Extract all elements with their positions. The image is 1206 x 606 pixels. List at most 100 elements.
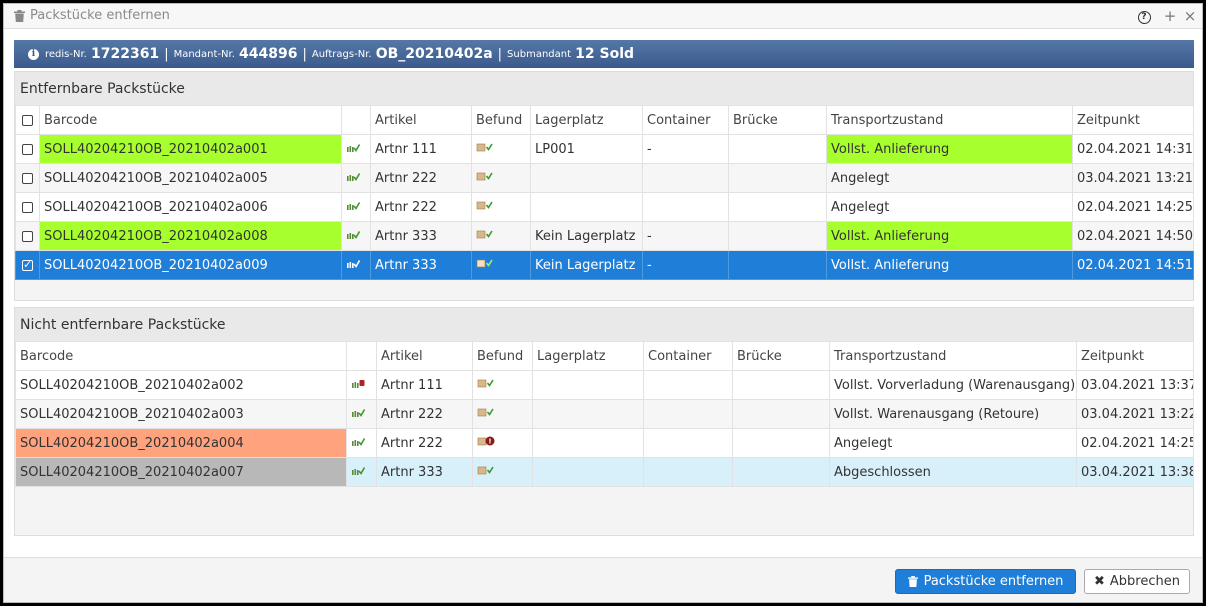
bruecke-cell[interactable]	[728, 134, 827, 164]
bruecke-cell[interactable]	[732, 399, 830, 429]
table-row[interactable]: SOLL40204210OB_20210402a009 Artnr 333 Kein…	[15, 250, 1194, 280]
befund-cell[interactable]	[471, 163, 531, 193]
row-checkbox-cell[interactable]	[15, 192, 40, 222]
befund-cell[interactable]	[471, 134, 531, 164]
status-cell[interactable]	[346, 399, 377, 429]
container-cell[interactable]: -	[642, 134, 729, 164]
select-all-header[interactable]	[15, 105, 40, 135]
cancel-button[interactable]: ✖ Abbrechen	[1084, 569, 1190, 594]
artikel-cell[interactable]: Artnr 111	[370, 134, 472, 164]
bruecke-cell[interactable]	[732, 428, 830, 458]
status-cell[interactable]	[346, 457, 377, 487]
status-cell[interactable]	[341, 134, 371, 164]
lagerplatz-cell[interactable]	[532, 370, 644, 400]
artikel-cell[interactable]: Artnr 111	[376, 370, 473, 400]
column-header-artikel[interactable]: Artikel	[370, 105, 472, 135]
container-cell[interactable]	[642, 192, 729, 222]
column-header-befund[interactable]: Befund	[471, 105, 531, 135]
artikel-cell[interactable]: Artnr 333	[370, 250, 472, 280]
table-row[interactable]: SOLL40204210OB_20210402a001 Artnr 111 LP00…	[15, 134, 1194, 164]
column-header-bruecke[interactable]: Brücke	[728, 105, 827, 135]
befund-cell[interactable]	[471, 250, 531, 280]
befund-cell[interactable]	[471, 221, 531, 251]
zeitpunkt-cell[interactable]: 02.04.2021 14:25	[1072, 192, 1194, 222]
zeitpunkt-cell[interactable]: 03.04.2021 13:22	[1076, 399, 1194, 429]
lagerplatz-cell[interactable]: Kein Lagerplatz	[530, 250, 643, 280]
container-cell[interactable]	[643, 399, 733, 429]
table-row[interactable]: SOLL40204210OB_20210402a007 Artnr 333 Abge…	[15, 457, 1194, 487]
barcode-cell[interactable]: SOLL40204210OB_20210402a009	[39, 250, 342, 280]
bruecke-cell[interactable]	[732, 457, 830, 487]
artikel-cell[interactable]: Artnr 222	[370, 192, 472, 222]
barcode-cell[interactable]: SOLL40204210OB_20210402a007	[15, 457, 347, 487]
befund-cell[interactable]	[472, 457, 533, 487]
table-row[interactable]: SOLL40204210OB_20210402a003 Artnr 222 Voll…	[15, 399, 1194, 429]
column-header-transportzustand[interactable]: Transportzustand	[829, 341, 1077, 371]
container-cell[interactable]	[642, 163, 729, 193]
barcode-cell[interactable]: SOLL40204210OB_20210402a002	[15, 370, 347, 400]
bruecke-cell[interactable]	[728, 250, 827, 280]
befund-cell[interactable]	[471, 192, 531, 222]
zeitpunkt-cell[interactable]: 02.04.2021 14:51	[1072, 250, 1194, 280]
status-cell[interactable]	[341, 250, 371, 280]
lagerplatz-cell[interactable]	[530, 163, 643, 193]
zeitpunkt-cell[interactable]: 02.04.2021 14:25	[1076, 428, 1194, 458]
column-header-status[interactable]	[341, 105, 371, 135]
status-cell[interactable]	[346, 370, 377, 400]
transportzustand-cell[interactable]: Abgeschlossen	[829, 457, 1077, 487]
zeitpunkt-cell[interactable]: 03.04.2021 13:21	[1072, 163, 1194, 193]
column-header-lagerplatz[interactable]: Lagerplatz	[530, 105, 643, 135]
transportzustand-cell[interactable]: Angelegt	[826, 192, 1073, 222]
row-checkbox[interactable]	[22, 172, 33, 184]
column-header-lagerplatz[interactable]: Lagerplatz	[532, 341, 644, 371]
bruecke-cell[interactable]	[728, 221, 827, 251]
bruecke-cell[interactable]	[732, 370, 830, 400]
column-header-container[interactable]: Container	[643, 341, 733, 371]
table-row[interactable]: SOLL40204210OB_20210402a008 Artnr 333 Kein…	[15, 221, 1194, 251]
zeitpunkt-cell[interactable]: 03.04.2021 13:38	[1076, 457, 1194, 487]
barcode-cell[interactable]: SOLL40204210OB_20210402a001	[39, 134, 342, 164]
zeitpunkt-cell[interactable]: 03.04.2021 13:37	[1076, 370, 1194, 400]
lagerplatz-cell[interactable]	[530, 192, 643, 222]
column-header-container[interactable]: Container	[642, 105, 729, 135]
column-header-zeitpunkt[interactable]: Zeitpunkt	[1072, 105, 1194, 135]
column-header-status[interactable]	[346, 341, 377, 371]
container-cell[interactable]	[643, 457, 733, 487]
column-header-barcode[interactable]: Barcode	[15, 341, 347, 371]
container-cell[interactable]	[643, 370, 733, 400]
befund-cell[interactable]	[472, 399, 533, 429]
column-header-bruecke[interactable]: Brücke	[732, 341, 830, 371]
maximize-button[interactable]: +	[1162, 8, 1178, 24]
transportzustand-cell[interactable]: Vollst. Vorverladung (Warenausgang)	[829, 370, 1077, 400]
table-row[interactable]: SOLL40204210OB_20210402a002 Artnr 111 Voll…	[15, 370, 1194, 400]
artikel-cell[interactable]: Artnr 333	[370, 221, 472, 251]
bruecke-cell[interactable]	[728, 163, 827, 193]
zeitpunkt-cell[interactable]: 02.04.2021 14:50	[1072, 221, 1194, 251]
lagerplatz-cell[interactable]	[532, 399, 644, 429]
column-header-zeitpunkt[interactable]: Zeitpunkt	[1076, 341, 1194, 371]
column-header-befund[interactable]: Befund	[472, 341, 533, 371]
row-checkbox-cell[interactable]	[15, 134, 40, 164]
transportzustand-cell[interactable]: Angelegt	[829, 428, 1077, 458]
select-all-checkbox[interactable]	[22, 114, 33, 126]
bruecke-cell[interactable]	[728, 192, 827, 222]
table-row[interactable]: SOLL40204210OB_20210402a004 Artnr 222! Ang…	[15, 428, 1194, 458]
barcode-cell[interactable]: SOLL40204210OB_20210402a008	[39, 221, 342, 251]
barcode-cell[interactable]: SOLL40204210OB_20210402a003	[15, 399, 347, 429]
row-checkbox[interactable]	[22, 143, 33, 155]
barcode-cell[interactable]: SOLL40204210OB_20210402a004	[15, 428, 347, 458]
column-header-barcode[interactable]: Barcode	[39, 105, 342, 135]
column-header-transportzustand[interactable]: Transportzustand	[826, 105, 1073, 135]
table-row[interactable]: SOLL40204210OB_20210402a006 Artnr 222 Ange…	[15, 192, 1194, 222]
row-checkbox[interactable]	[22, 258, 33, 271]
container-cell[interactable]	[643, 428, 733, 458]
artikel-cell[interactable]: Artnr 333	[376, 457, 473, 487]
lagerplatz-cell[interactable]	[532, 457, 644, 487]
lagerplatz-cell[interactable]	[532, 428, 644, 458]
status-cell[interactable]	[341, 163, 371, 193]
barcode-cell[interactable]: SOLL40204210OB_20210402a005	[39, 163, 342, 193]
remove-packages-button[interactable]: Packstücke entfernen	[895, 569, 1076, 594]
transportzustand-cell[interactable]: Vollst. Anlieferung	[826, 250, 1073, 280]
zeitpunkt-cell[interactable]: 02.04.2021 14:31	[1072, 134, 1194, 164]
artikel-cell[interactable]: Artnr 222	[370, 163, 472, 193]
